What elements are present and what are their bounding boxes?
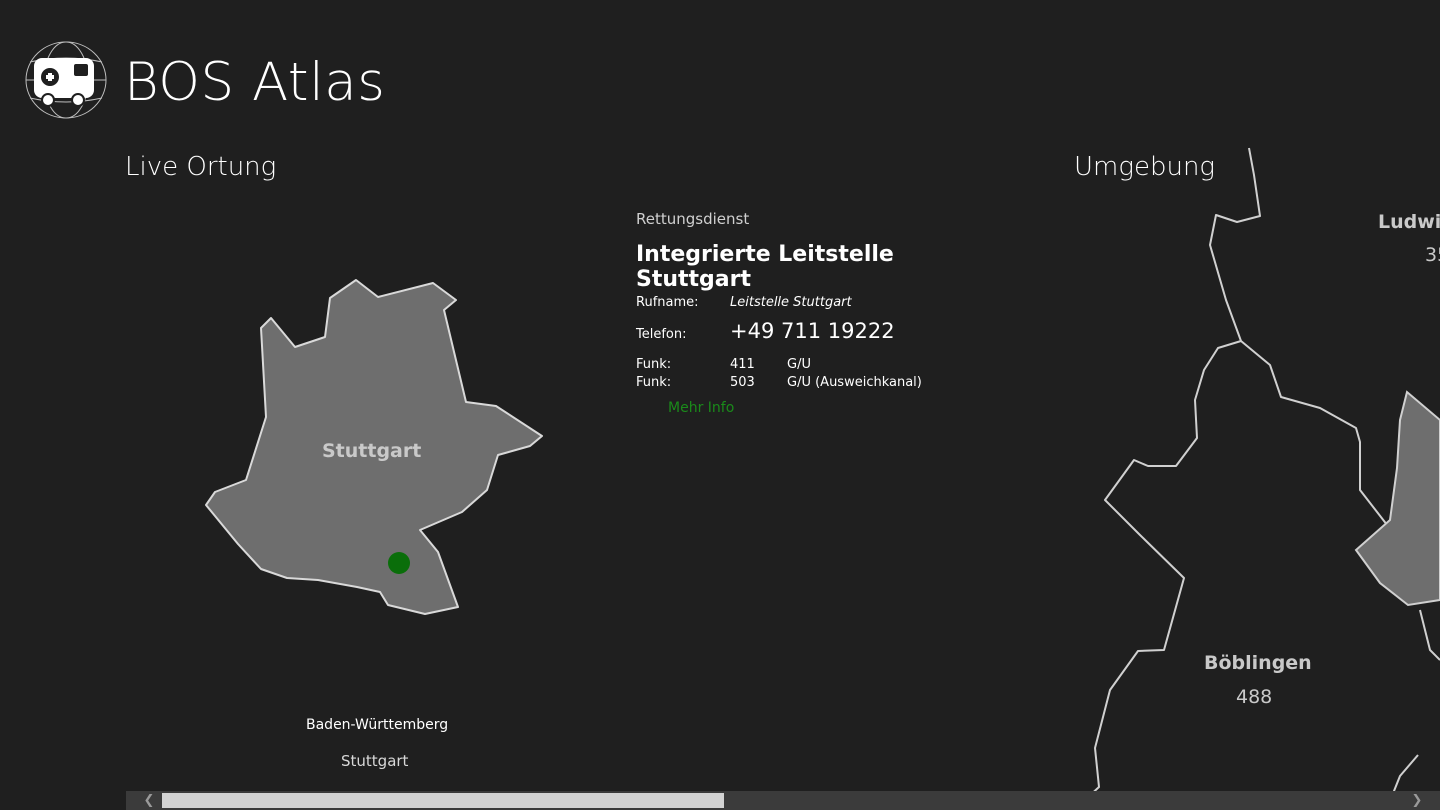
funk-row: Funk: 411 G/U [636, 356, 1016, 374]
telefon-value[interactable]: +49 711 19222 [730, 321, 895, 342]
mehr-info-link[interactable]: Mehr Info [668, 400, 734, 416]
funk-label: Funk: [636, 357, 672, 372]
region-border [1240, 340, 1409, 531]
rufname-label: Rufname: [636, 295, 699, 310]
state-label: Baden-Württemberg [306, 717, 449, 733]
horizontal-scrollbar[interactable]: ❮ ❯ [126, 791, 1440, 810]
city-label: Stuttgart [341, 752, 409, 770]
region-border [1209, 147, 1261, 342]
live-location-marker [388, 552, 410, 574]
rufname-row: Rufname: Leitstelle Stuttgart [636, 294, 1016, 312]
umgebung-map[interactable] [1040, 140, 1440, 810]
station-info-panel: Rettungsdienst Integrierte Leitstelle St… [636, 210, 1016, 416]
app-logo-icon [25, 41, 107, 119]
rufname-value: Leitstelle Stuttgart [730, 295, 852, 310]
station-name: Integrierte Leitstelle Stuttgart [636, 242, 894, 292]
funk-channel: 503 [730, 375, 755, 390]
funk-type: G/U [787, 357, 811, 372]
chevron-right-icon[interactable]: ❯ [1406, 791, 1428, 810]
funk-type: G/U (Ausweichkanal) [787, 375, 922, 390]
telefon-label: Telefon: [636, 327, 687, 342]
ludwigsburg-count: 35 [1425, 244, 1440, 266]
funk-row: Funk: 503 G/U (Ausweichkanal) [636, 374, 1016, 392]
telefon-row: Telefon: +49 711 19222 [636, 321, 1016, 344]
region-border [1419, 609, 1440, 661]
scroll-thumb[interactable] [162, 793, 724, 808]
boeblingen-border [1051, 340, 1242, 806]
app-title: BOS Atlas [124, 52, 386, 113]
section-title-live: Live Ortung [125, 152, 277, 182]
boeblingen-label[interactable]: Böblingen [1204, 652, 1312, 674]
service-category: Rettungsdienst [636, 210, 750, 228]
live-region-label: Stuttgart [322, 440, 422, 462]
ludwigsburg-label[interactable]: Ludwi [1378, 211, 1440, 233]
funk-label: Funk: [636, 375, 672, 390]
boeblingen-count: 488 [1236, 686, 1273, 708]
chevron-left-icon[interactable]: ❮ [138, 791, 160, 810]
ludwigsburg-region-shape [1354, 390, 1440, 607]
funk-channel: 411 [730, 357, 755, 372]
